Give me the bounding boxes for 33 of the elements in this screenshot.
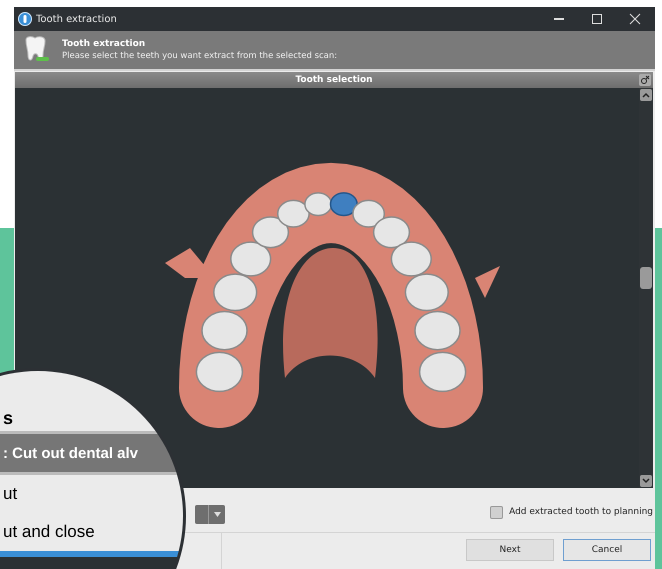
window-title: Tooth extraction [36, 14, 118, 24]
tooth[interactable] [390, 241, 432, 277]
tooth[interactable] [404, 273, 449, 312]
tooth[interactable] [330, 192, 358, 216]
scroll-up-icon[interactable] [640, 89, 652, 101]
tooth[interactable] [352, 200, 386, 228]
tooth[interactable] [418, 352, 466, 392]
scroll-thumb[interactable] [640, 267, 652, 289]
next-button[interactable]: Next [466, 539, 554, 561]
header-title: Tooth extraction [62, 39, 146, 49]
tooth[interactable] [304, 192, 332, 216]
tooth[interactable] [201, 310, 248, 350]
close-icon[interactable] [629, 13, 641, 25]
tooth[interactable] [196, 352, 244, 392]
header-subtitle: Please select the teeth you want extract from the selected scan: [62, 51, 338, 61]
view-settings-icon[interactable] [639, 74, 651, 86]
tooth[interactable] [372, 216, 410, 248]
tooth[interactable] [213, 273, 258, 312]
scrollbar[interactable] [639, 88, 653, 488]
maximize-icon[interactable] [591, 13, 603, 25]
tooth[interactable] [230, 241, 272, 277]
checkbox[interactable] [490, 506, 504, 518]
tooth[interactable] [414, 310, 461, 350]
scroll-down-icon[interactable] [640, 475, 652, 487]
checkbox-label: Add extracted tooth to planning [509, 507, 653, 517]
tooth[interactable] [252, 216, 290, 248]
app-icon [18, 12, 32, 26]
tooth[interactable] [276, 200, 310, 228]
panel-title: Tooth selection [295, 75, 373, 85]
dropdown[interactable] [195, 504, 225, 524]
magnified-option[interactable]: ut [0, 475, 183, 513]
cancel-button[interactable]: Cancel [563, 539, 651, 561]
magnified-option[interactable]: ut and close [0, 513, 183, 551]
